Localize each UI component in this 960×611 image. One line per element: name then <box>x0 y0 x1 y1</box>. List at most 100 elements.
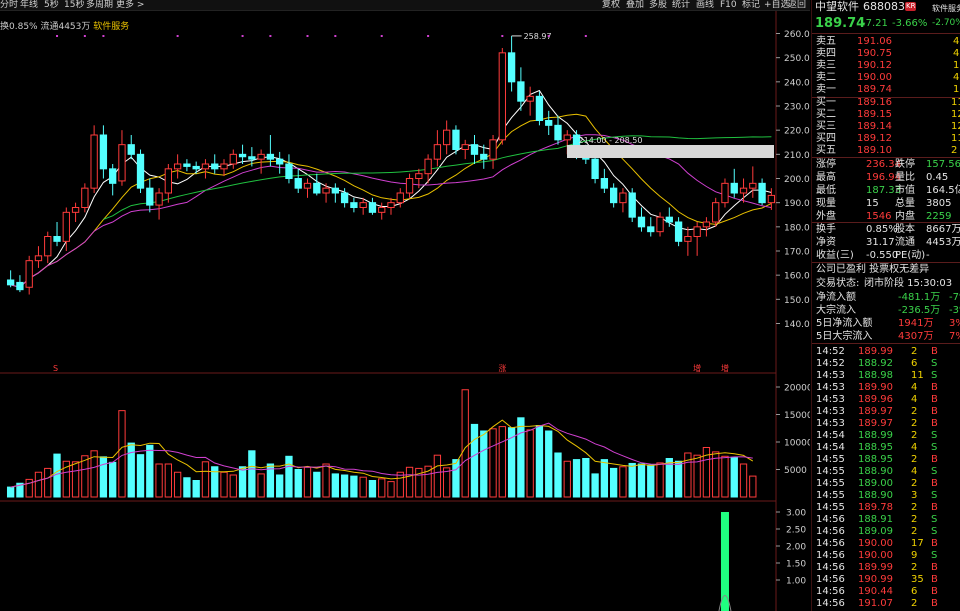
volume-bar <box>656 462 664 498</box>
candle-body <box>6 279 15 286</box>
kline-chart[interactable]: 260.0 250.0 240.0 230.0 220.0 210.0 200.0 190.0… <box>0 0 810 611</box>
stat-value: 3805 <box>926 198 952 209</box>
volume-bar <box>359 476 367 498</box>
volume-bar <box>647 464 655 498</box>
volume-bar <box>127 442 135 498</box>
candle-body <box>368 202 377 213</box>
candle-body <box>294 178 302 189</box>
candle-body <box>684 236 692 242</box>
volume-bar <box>730 456 738 498</box>
price-row: 189.74 -7.21 -3.66% -2.70% <box>812 17 960 33</box>
volume-bar <box>368 480 377 498</box>
candle-body <box>730 182 738 194</box>
volume-bar <box>674 460 683 498</box>
volume-bar <box>276 474 284 498</box>
volume-bar <box>582 458 590 498</box>
candle-body <box>480 153 488 160</box>
ask-volume: 1 <box>953 84 960 95</box>
candle-body <box>498 52 506 141</box>
volume-bar <box>443 467 451 498</box>
fund-flow-pct: 3% <box>949 318 960 329</box>
stat-label: 收益(三) <box>816 250 854 261</box>
volume-bar <box>6 486 15 498</box>
candle-body <box>192 165 200 170</box>
volume-bar <box>136 454 145 498</box>
volume-tick-label: 5000 <box>784 466 807 476</box>
event-dot <box>334 35 337 37</box>
candle-body <box>183 163 191 167</box>
candle-body <box>211 163 219 170</box>
candle-body <box>25 260 33 288</box>
candle-body <box>164 168 173 194</box>
candle-body <box>248 156 256 160</box>
fund-flow-label: 5日净流入额 <box>816 318 873 329</box>
volume-bar <box>452 459 460 498</box>
candle-body <box>257 153 265 160</box>
tick-time: 14:56 <box>816 598 845 609</box>
price-tick-label: 230.0 <box>784 103 810 113</box>
macd-tick-label: 2.00 <box>786 543 806 553</box>
volume-bar <box>563 460 571 498</box>
candle-body <box>173 163 182 170</box>
volume-bar <box>433 454 442 498</box>
ask-level-1: 卖一 189.74 1 <box>812 83 960 96</box>
ma5-line <box>10 89 772 288</box>
stat-value: -0.550 <box>866 250 899 261</box>
candle-body <box>517 81 525 102</box>
volume-bar <box>470 423 479 498</box>
stat-label: 净资 <box>816 237 836 248</box>
quote-panel: 中望软件 688083 KR 软件服务 189.74 -7.21 -3.66% … <box>811 0 960 611</box>
volume-bar <box>109 461 117 498</box>
volume-bar <box>526 429 534 498</box>
volume-bar <box>146 444 154 498</box>
candle-body <box>313 182 321 194</box>
volume-bar <box>554 452 562 498</box>
volume-bar <box>44 467 52 498</box>
candle-body <box>238 153 247 158</box>
volume-bar <box>238 466 247 498</box>
stat-label: PE(动) <box>895 250 926 261</box>
candle-body <box>637 216 646 228</box>
candle-body <box>758 182 766 204</box>
candle-body <box>545 120 553 126</box>
price-tick-label: 250.0 <box>784 54 810 64</box>
event-dot <box>102 35 105 37</box>
candle-body <box>712 202 720 223</box>
candle-body <box>461 144 469 151</box>
candle-body <box>507 52 516 83</box>
candle-body <box>53 236 61 242</box>
candle-body <box>433 144 442 160</box>
candle-body <box>424 158 432 175</box>
price-tick-label: 240.0 <box>784 78 810 88</box>
last-price: 189.74 <box>815 16 866 31</box>
volume-bar <box>183 477 191 498</box>
candle-body <box>443 129 451 146</box>
fund-flow-row: 净流入额 -481.1万 -7% <box>812 291 960 304</box>
volume-bar <box>173 471 182 498</box>
stat-label: 最低 <box>816 185 836 196</box>
volume-bar <box>229 474 237 498</box>
candle-body <box>350 202 358 209</box>
price-tick-label: 200.0 <box>784 175 810 185</box>
candle-body <box>702 221 711 228</box>
price-change-pct: -3.66% <box>892 18 928 29</box>
event-dot <box>547 35 550 37</box>
event-dot <box>380 35 383 37</box>
float-shares-info: 流通4453万 <box>40 22 91 32</box>
stat-row: 涨停 236.34 跌停 157.56 <box>812 158 960 171</box>
candle-body <box>201 163 210 170</box>
stock-sector: 软件服务 <box>932 4 960 13</box>
ask-price: 189.74 <box>857 84 892 95</box>
high-price-label: 258.97 <box>524 32 552 41</box>
event-tag: S <box>53 364 58 373</box>
sector-change-pct: -2.70% <box>932 18 960 28</box>
candle-body <box>749 182 757 189</box>
event-dot <box>176 35 179 37</box>
tick-volume: 2 <box>911 598 918 609</box>
volume-bar <box>34 471 43 498</box>
stat-label: 市值 <box>895 185 915 196</box>
volume-bar <box>322 463 330 498</box>
kr-badge: KR <box>905 2 917 11</box>
stock-header: 中望软件 688083 KR 软件服务 <box>812 0 960 13</box>
candle-body <box>387 202 395 209</box>
